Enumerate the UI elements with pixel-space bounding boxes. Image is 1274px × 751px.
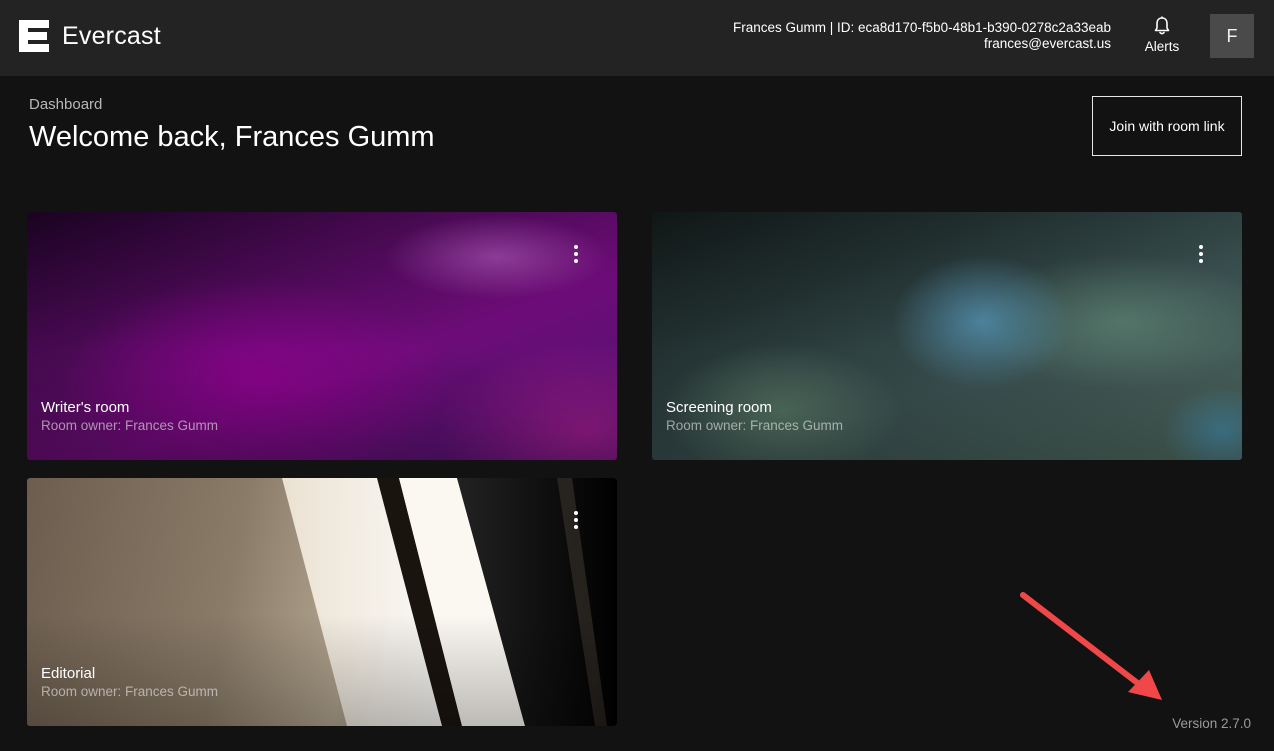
annotation-arrow-icon — [1020, 592, 1162, 700]
room-name: Editorial — [41, 665, 96, 682]
room-name: Writer's room — [41, 399, 130, 416]
breadcrumb: Dashboard — [29, 96, 103, 113]
room-name: Screening room — [666, 399, 772, 416]
user-info: Frances Gumm | ID: eca8d170-f5b0-48b1-b3… — [733, 20, 1111, 52]
join-with-room-link-button[interactable]: Join with room link — [1092, 96, 1242, 156]
more-vertical-icon[interactable] — [1196, 245, 1206, 263]
alerts-label: Alerts — [1144, 39, 1180, 54]
room-owner: Room owner: Frances Gumm — [666, 418, 844, 433]
more-vertical-icon[interactable] — [571, 245, 581, 263]
brand-name: Evercast — [62, 21, 161, 50]
user-email: frances@evercast.us — [983, 36, 1111, 51]
evercast-logo-icon — [19, 20, 49, 52]
more-vertical-icon[interactable] — [571, 511, 581, 529]
brand-logo[interactable]: Evercast — [19, 20, 161, 52]
room-card-screening-room[interactable]: Screening room Room owner: Frances Gumm — [652, 212, 1242, 460]
page-title: Welcome back, Frances Gumm — [29, 121, 435, 153]
room-card-editorial[interactable]: Editorial Room owner: Frances Gumm — [27, 478, 617, 726]
room-owner: Room owner: Frances Gumm — [41, 418, 219, 433]
user-id-line: Frances Gumm | ID: eca8d170-f5b0-48b1-b3… — [733, 20, 1111, 35]
top-bar: Evercast Frances Gumm | ID: eca8d170-f5b… — [0, 0, 1274, 76]
version-label: Version 2.7.0 — [1172, 716, 1251, 731]
room-owner: Room owner: Frances Gumm — [41, 684, 219, 699]
alerts-button[interactable]: Alerts — [1140, 16, 1184, 60]
bell-icon — [1154, 16, 1170, 35]
avatar[interactable]: F — [1210, 14, 1254, 58]
room-card-writers-room[interactable]: Writer's room Room owner: Frances Gumm — [27, 212, 617, 460]
